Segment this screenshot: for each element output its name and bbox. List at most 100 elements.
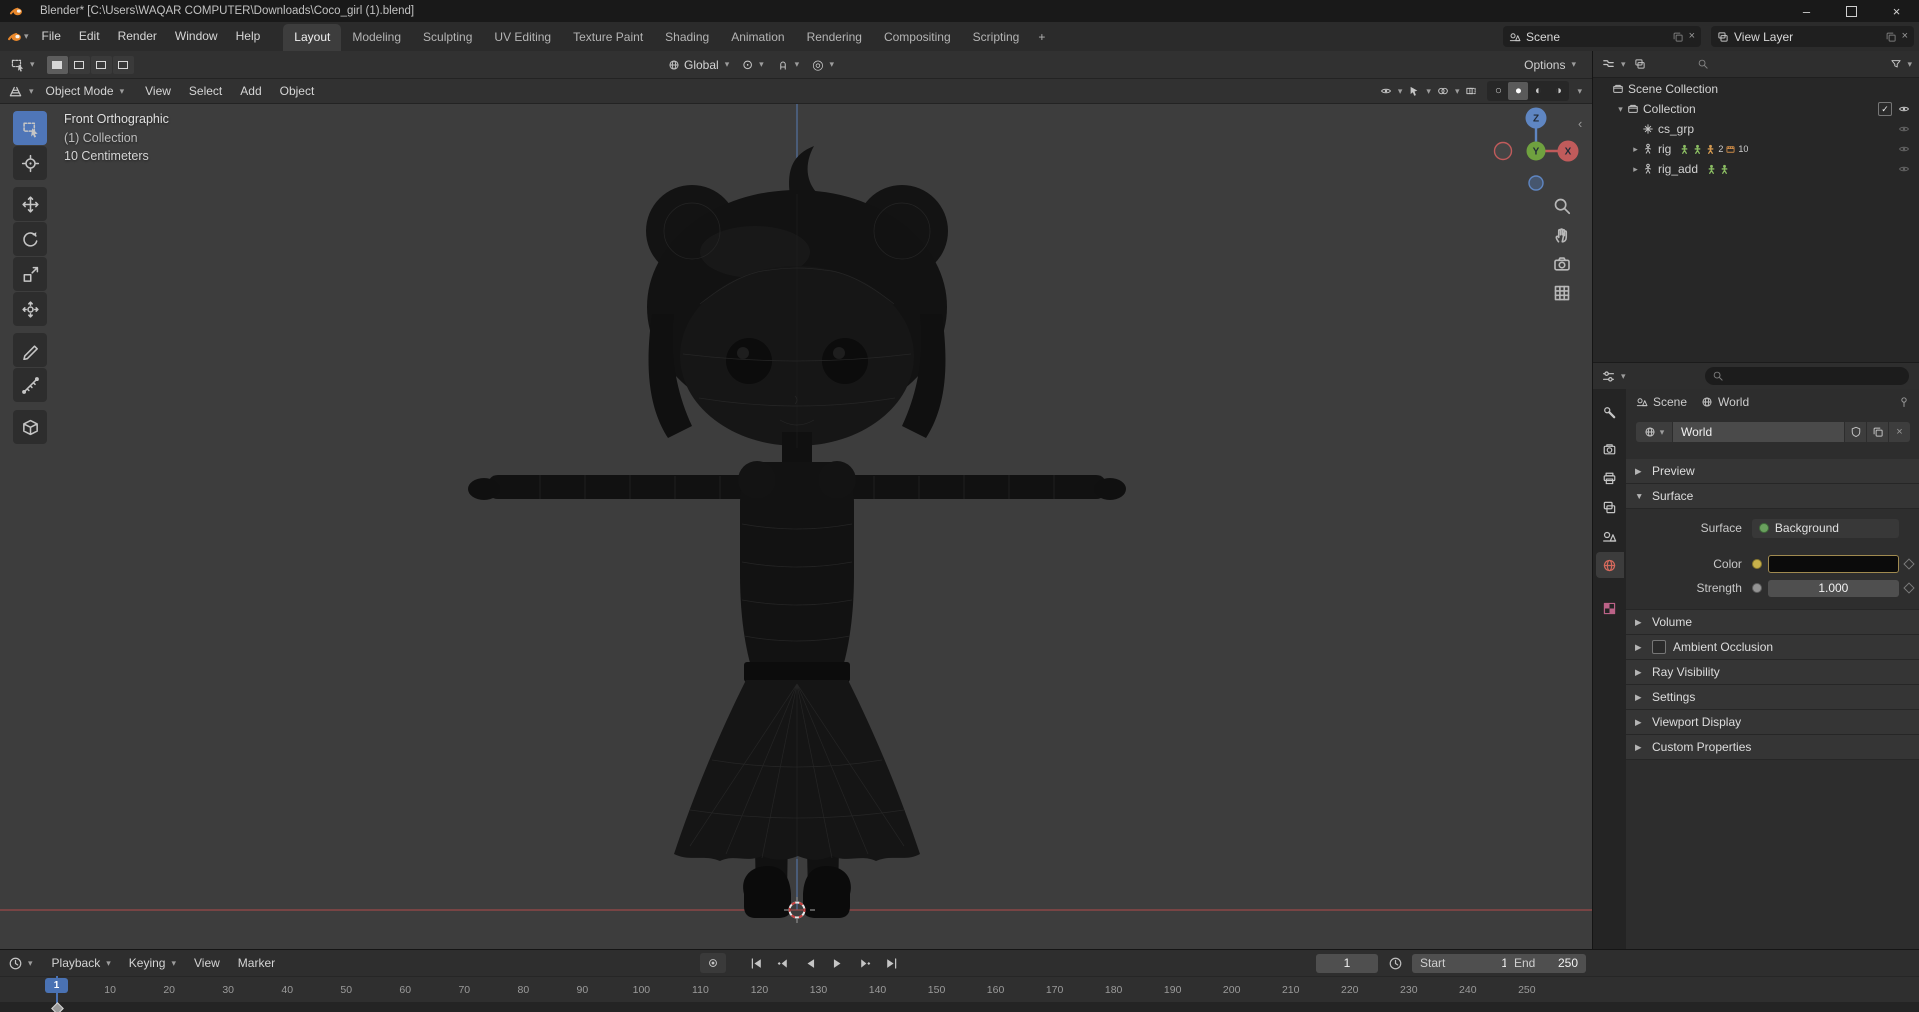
close-button[interactable]: ×	[1874, 0, 1919, 22]
editor-type-button[interactable]: ▾	[8, 84, 34, 99]
surface-shader-button[interactable]: Background	[1751, 518, 1899, 538]
outliner-row-rig[interactable]: ▸ rig 2 10	[1593, 139, 1919, 159]
workspace-tab-compositing[interactable]: Compositing	[873, 24, 962, 51]
shading-material-button[interactable]: ◐	[1528, 82, 1548, 100]
jump-to-start-button[interactable]	[744, 953, 769, 973]
filter-icon[interactable]	[1890, 58, 1902, 70]
previous-keyframe-button[interactable]	[771, 953, 796, 973]
tab-view-layer[interactable]	[1596, 494, 1624, 520]
object-visibility-dropdown[interactable]: ▾	[1380, 85, 1402, 97]
cursor-tool-button[interactable]	[13, 146, 47, 180]
workspace-tab-layout[interactable]: Layout	[283, 24, 342, 51]
animate-decorator-icon[interactable]	[1903, 582, 1916, 594]
minimize-button[interactable]: –	[1784, 0, 1829, 22]
menu-render[interactable]: Render	[109, 23, 166, 50]
viewport-menu-add[interactable]: Add	[231, 80, 270, 103]
rotate-tool-button[interactable]	[13, 222, 47, 256]
move-tool-button[interactable]	[13, 187, 47, 221]
xray-toggle[interactable]	[1465, 85, 1477, 97]
new-world-button[interactable]	[1867, 422, 1888, 442]
viewport-3d[interactable]: X Z Y Front Orthographic (1) Collection …	[0, 104, 1592, 949]
titlebar[interactable]: Blender* [C:\Users\WAQAR COMPUTER\Downlo…	[0, 0, 1919, 22]
tab-world[interactable]	[1595, 552, 1624, 578]
outliner-row-scene-collection[interactable]: Scene Collection	[1593, 79, 1919, 99]
panel-checkbox[interactable]	[1652, 640, 1666, 654]
preview-range-clock-icon[interactable]	[1388, 956, 1403, 971]
workspace-add-button[interactable]: +	[1030, 24, 1053, 51]
new-scene-icon[interactable]	[1672, 31, 1684, 43]
eye-icon[interactable]	[1898, 123, 1910, 135]
breadcrumb-scene[interactable]: Scene	[1636, 395, 1687, 409]
playhead-badge[interactable]: 1	[45, 978, 68, 993]
play-reverse-button[interactable]	[798, 953, 823, 973]
frame-end-field[interactable]: End 250	[1506, 953, 1586, 973]
character-wireframe-model[interactable]	[468, 146, 1126, 918]
measure-tool-button[interactable]	[13, 368, 47, 402]
workspace-tab-shading[interactable]: Shading	[654, 24, 720, 51]
eye-icon[interactable]	[1898, 163, 1910, 175]
eye-icon[interactable]	[1898, 103, 1910, 115]
browse-world-button[interactable]: ▾	[1636, 422, 1672, 442]
tab-tool[interactable]	[1596, 399, 1624, 425]
pan-hand-icon[interactable]	[1552, 225, 1572, 245]
workspace-tab-rendering[interactable]: Rendering	[796, 24, 873, 51]
panel-header-viewport-display[interactable]: ▶ Viewport Display	[1626, 710, 1919, 735]
outliner-editor-icon[interactable]	[1601, 57, 1616, 72]
viewport-menu-select[interactable]: Select	[180, 80, 231, 103]
ortho-grid-icon[interactable]	[1552, 283, 1572, 303]
select-mode-intersect-button[interactable]	[112, 55, 134, 74]
nav-gizmo[interactable]: X Z Y	[1493, 107, 1579, 191]
overlays-dropdown[interactable]: ▾	[1437, 85, 1459, 97]
transform-orientation-dropdown[interactable]: Global ▾	[668, 58, 729, 72]
select-mode-new-button[interactable]	[46, 55, 68, 74]
snap-toggle[interactable]: ▾	[777, 59, 800, 71]
panel-header-preview[interactable]: ▶ Preview	[1626, 459, 1919, 484]
remove-view-layer-icon[interactable]: ×	[1902, 31, 1908, 42]
unlink-scene-icon[interactable]: ×	[1689, 31, 1695, 42]
shading-dropdown-icon[interactable]: ▾	[1577, 86, 1582, 96]
select-mode-subtract-button[interactable]	[90, 55, 112, 74]
frame-start-field[interactable]: Start 1	[1412, 953, 1516, 973]
add-cube-tool-button[interactable]	[13, 410, 47, 444]
display-mode-icon[interactable]	[1634, 58, 1646, 70]
active-tool-button[interactable]: ▾	[0, 57, 42, 72]
transform-tool-button[interactable]	[13, 292, 47, 326]
blender-menu-button[interactable]: ▾	[7, 29, 29, 44]
pin-icon[interactable]	[1898, 396, 1910, 408]
outliner-row-rig-add[interactable]: ▸ rig_add	[1593, 159, 1919, 179]
snap-dropdown-icon[interactable]: ▾	[795, 60, 800, 69]
menu-help[interactable]: Help	[227, 23, 270, 50]
unlink-world-button[interactable]: ×	[1889, 422, 1910, 442]
scene-selector[interactable]: Scene ×	[1503, 26, 1701, 47]
search-icon[interactable]	[1697, 58, 1709, 70]
outliner-expand-icon[interactable]: ▸	[1629, 164, 1642, 174]
mode-dropdown[interactable]: Object Mode ▾	[42, 82, 129, 100]
menu-window[interactable]: Window	[166, 23, 227, 50]
timeline-ruler[interactable]: 10 20 30 40 50 60 70 80 90 100 110 120 130 140 150 160 1…	[0, 976, 1919, 1003]
region-collapse-icon[interactable]: ‹	[1578, 116, 1582, 131]
outliner-row-cs-grp[interactable]: cs_grp	[1593, 119, 1919, 139]
workspace-tab-modeling[interactable]: Modeling	[341, 24, 412, 51]
workspace-tab-sculpting[interactable]: Sculpting	[412, 24, 483, 51]
proportional-editing-dropdown[interactable]: ◎ ▾	[812, 58, 834, 71]
tab-render[interactable]	[1596, 436, 1624, 462]
auto-keying-button[interactable]	[700, 953, 726, 973]
panel-header-ray-visibility[interactable]: ▶ Ray Visibility	[1626, 660, 1919, 685]
workspace-tab-animation[interactable]: Animation	[720, 24, 795, 51]
animate-decorator-icon[interactable]	[1903, 558, 1916, 570]
timeline-menu-keying[interactable]: Keying ▾	[120, 951, 185, 976]
options-dropdown[interactable]: Options ▾	[1524, 58, 1576, 72]
workspace-tab-texture-paint[interactable]: Texture Paint	[562, 24, 654, 51]
timeline-editor-button[interactable]: ▾	[8, 956, 33, 971]
timeline-menu-playback[interactable]: Playback ▾	[43, 951, 120, 976]
viewport-canvas[interactable]: X Z Y	[0, 104, 1592, 949]
fake-user-button[interactable]	[1845, 422, 1866, 442]
outliner-row-collection[interactable]: ▾ Collection ✓	[1593, 99, 1919, 119]
workspace-tab-scripting[interactable]: Scripting	[962, 24, 1031, 51]
menu-edit[interactable]: Edit	[70, 23, 109, 50]
world-color-swatch[interactable]	[1767, 555, 1899, 573]
zoom-icon[interactable]	[1552, 196, 1572, 216]
tab-output[interactable]	[1596, 465, 1624, 491]
panel-header-ambient-occlusion[interactable]: ▶ Ambient Occlusion	[1626, 635, 1919, 660]
menu-file[interactable]: File	[33, 23, 70, 50]
